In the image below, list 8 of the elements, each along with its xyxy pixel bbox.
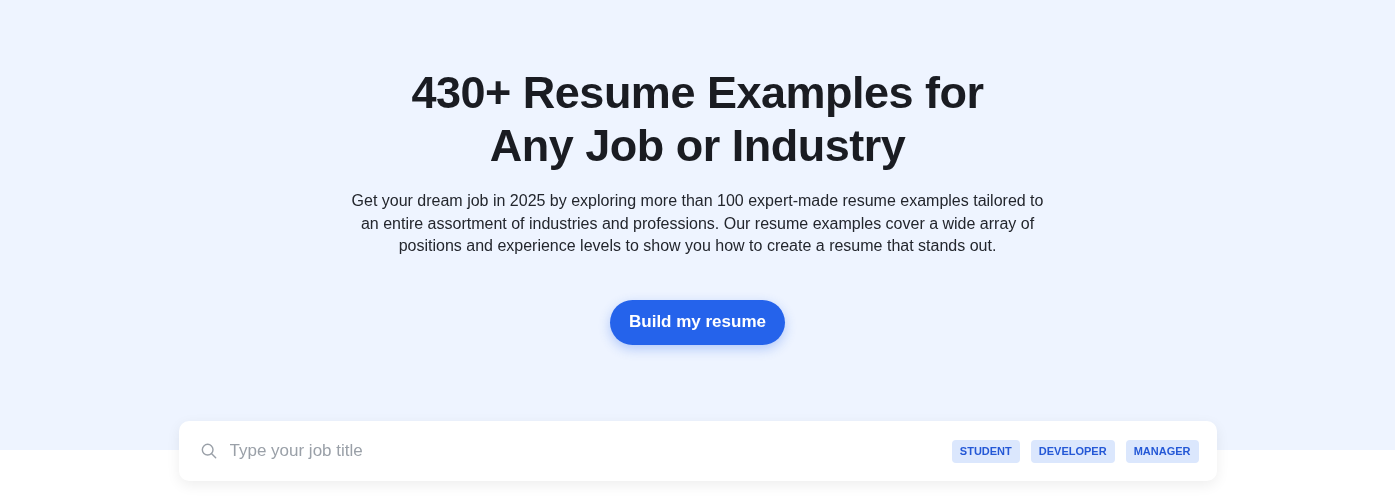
build-resume-button[interactable]: Build my resume [610, 299, 785, 345]
job-tag[interactable]: DEVELOPER [1030, 439, 1115, 463]
page-title: 430+ Resume Examples for Any Job or Industry [410, 66, 985, 172]
job-tag[interactable]: STUDENT [951, 439, 1020, 463]
search-icon [200, 443, 217, 459]
description-text: Get your dream job in 2025 by exploring more than 100 expert-made resume examples tailored to an entire assortment of industries and professions. Our resume examples cover a wide array of positions and experience levels to show you how to create a resume that stands out. [350, 191, 1045, 256]
search-field[interactable]: Type your job title STUDENT DEVELOPER MANAGER [178, 421, 1217, 481]
job-tag[interactable]: MANAGER [1125, 439, 1199, 463]
